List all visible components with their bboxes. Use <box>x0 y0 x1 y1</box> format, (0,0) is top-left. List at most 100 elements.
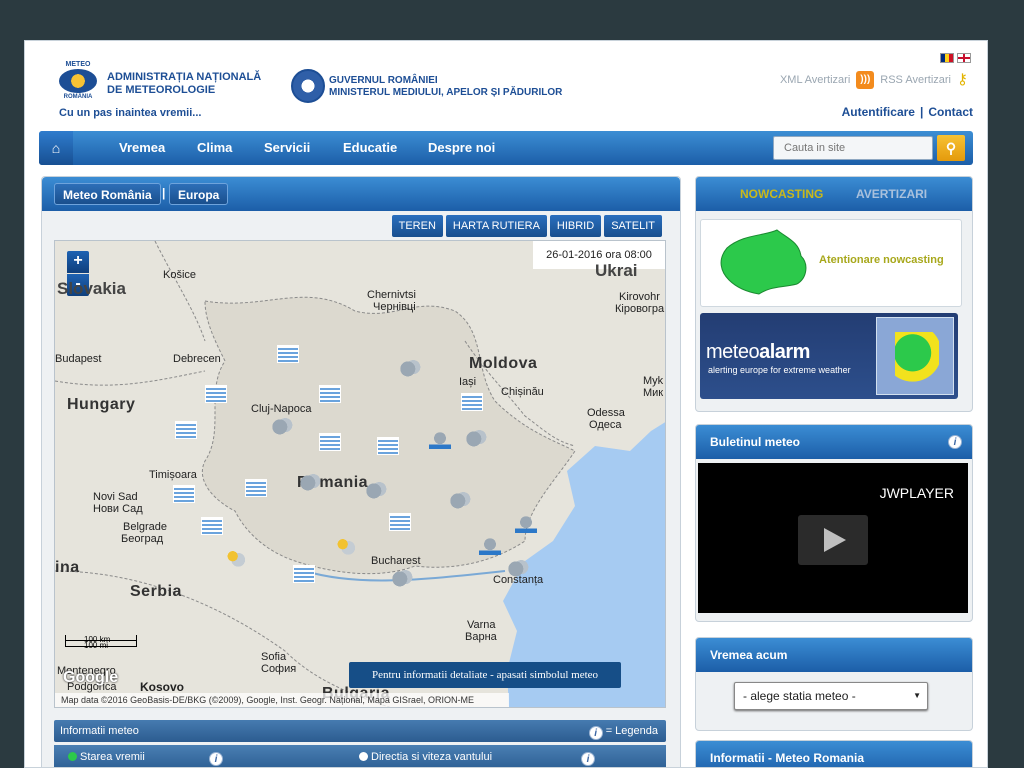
nowcasting-alert-box[interactable]: Atentionare nowcasting <box>700 219 962 307</box>
government-title[interactable]: GUVERNUL ROMÂNIEI MINISTERUL MEDIULUI, A… <box>329 75 562 99</box>
weather-fog-icon[interactable] <box>461 393 483 411</box>
weather-cloud-icon[interactable] <box>391 569 413 587</box>
weather-cloud-icon[interactable] <box>271 417 293 435</box>
login-link[interactable]: Autentificare <box>842 105 915 119</box>
google-logo[interactable]: Google <box>63 669 118 687</box>
gov-line2: MINISTERUL MEDIULUI, APELOR ȘI PĂDURILOR <box>329 87 563 98</box>
weather-fog-icon[interactable] <box>319 385 341 403</box>
country-label: Kosovo <box>140 680 185 694</box>
contact-link[interactable]: Contact <box>928 105 973 119</box>
wind-dot-icon <box>359 752 368 761</box>
station-select-value: - alege statia meteo - <box>743 689 856 703</box>
tab-avertizari[interactable]: AVERTIZARI <box>856 177 927 211</box>
video-player[interactable]: JWPLAYER <box>698 463 968 613</box>
city-label: Debrecen <box>173 353 221 365</box>
zoom-in-button[interactable]: + <box>67 251 89 273</box>
chevron-down-icon: ▼ <box>913 691 921 700</box>
weather-sun-cloud-icon[interactable] <box>335 537 357 555</box>
meteoalarm-banner[interactable]: meteoalarm alerting europe for extreme w… <box>700 313 958 399</box>
map-scale: 100 km 100 mi <box>65 635 137 650</box>
search-icon: ⚲ <box>945 140 957 156</box>
tab-meteo-romania[interactable]: Meteo România <box>54 183 161 205</box>
weather-state-label: Starea vremii <box>80 751 145 763</box>
city-label: Myk <box>643 375 664 387</box>
map-type-harta-rutiera[interactable]: HARTA RUTIERA <box>445 215 547 237</box>
weather-fog-icon[interactable] <box>389 513 411 531</box>
nav-item-servicii[interactable]: Servicii <box>264 131 310 165</box>
romania-map-icon <box>720 229 807 295</box>
weather-cloud-icon[interactable] <box>507 559 529 577</box>
legend[interactable]: i = Legenda <box>588 720 658 742</box>
info-icon[interactable]: i <box>209 752 223 766</box>
nowcasting-text: Atentionare nowcasting <box>819 254 944 266</box>
map-type-hibrid[interactable]: HIBRID <box>549 215 602 237</box>
bulletin-panel: Buletinul meteo i JWPLAYER <box>695 424 973 622</box>
weather-fog-icon[interactable] <box>175 421 197 439</box>
info-icon[interactable]: i <box>581 752 595 766</box>
info-icon[interactable]: i <box>948 435 962 449</box>
country-label: Slovakia <box>57 279 126 298</box>
nav-item-educatie[interactable]: Educatie <box>343 131 397 165</box>
weather-fog-icon[interactable] <box>319 433 341 451</box>
map-type-satelit[interactable]: SATELIT <box>604 215 662 237</box>
anm-title[interactable]: ADMINISTRAȚIA NAȚIONALĂ DE METEOROLOGIE <box>107 71 261 97</box>
anm-line2: DE METEOROLOGIE <box>107 84 216 96</box>
map-panel-header: Meteo România | Europa <box>42 177 680 211</box>
weather-cloud-icon[interactable] <box>449 491 471 509</box>
romanian-flag-icon[interactable] <box>940 53 954 63</box>
weather-fog-icon[interactable] <box>245 479 267 497</box>
government-seal-icon[interactable] <box>291 69 325 103</box>
map-copyright[interactable]: Map data ©2016 GeoBasis-DE/BKG (©2009), … <box>55 693 509 707</box>
weather-fog-icon[interactable] <box>277 345 299 363</box>
city-label: Iași <box>459 376 477 388</box>
nowcasting-panel: NOWCASTING AVERTIZARI Atentionare nowcas… <box>695 176 973 412</box>
map-panel: Meteo România | Europa TEREN HARTA RUTIE… <box>41 176 681 767</box>
city-label: Chernivtsi <box>367 289 416 301</box>
weather-fog-icon[interactable] <box>173 485 195 503</box>
anm-line1: ADMINISTRAȚIA NAȚIONALĂ <box>107 71 262 83</box>
weather-cloud-icon[interactable] <box>399 359 421 377</box>
tab-europa[interactable]: Europa <box>169 183 229 205</box>
weather-map[interactable]: 26-01-2016 ora 08:00 + - Slovakia Ukrai … <box>54 240 666 708</box>
play-icon[interactable] <box>798 515 868 565</box>
search-button[interactable]: ⚲ <box>937 135 965 161</box>
weather-fog-icon[interactable] <box>205 385 227 403</box>
xml-warnings-link[interactable]: XML Avertizari <box>780 74 850 86</box>
city-label: Varna <box>467 619 496 631</box>
key-icon[interactable]: ⚷ <box>957 71 973 89</box>
info-icon[interactable]: i <box>588 726 603 740</box>
weather-cloud-icon[interactable] <box>299 473 321 491</box>
weather-cloud-icon[interactable] <box>465 429 487 447</box>
meteo-romania-logo[interactable]: METEO ROMÂNIA <box>55 61 101 105</box>
weather-sun-cloud-icon[interactable] <box>225 549 247 567</box>
weather-fog-icon[interactable] <box>293 565 315 583</box>
city-label: Варна <box>465 631 497 643</box>
weather-fog-icon[interactable] <box>377 437 399 455</box>
weather-snow-icon[interactable] <box>429 431 451 449</box>
weather-info-columns: Starea vremii i Directia si viteza vantu… <box>54 745 666 767</box>
weather-snow-icon[interactable] <box>479 537 501 555</box>
weather-info-title: Informatii meteo <box>60 725 139 737</box>
nav-item-clima[interactable]: Clima <box>197 131 232 165</box>
logo-text-top: METEO <box>65 61 91 68</box>
rss-warnings-link[interactable]: RSS Avertizari <box>880 74 951 86</box>
weather-snow-icon[interactable] <box>515 515 537 533</box>
jwplayer-logo: JWPLAYER <box>879 485 954 501</box>
english-flag-icon[interactable] <box>957 53 971 63</box>
map-info-note[interactable]: Pentru informatii detaliate - apasati si… <box>349 662 621 688</box>
search-input[interactable] <box>773 136 933 160</box>
tab-separator: | <box>162 186 166 200</box>
rss-icon[interactable]: ))) <box>856 71 875 89</box>
weather-cloud-icon[interactable] <box>365 481 387 499</box>
station-select[interactable]: - alege statia meteo - ▼ <box>734 682 928 710</box>
city-label: Novi Sad <box>93 491 138 503</box>
country-label: Hungary <box>67 396 136 413</box>
nowcasting-header: NOWCASTING AVERTIZARI <box>696 177 972 211</box>
weather-fog-icon[interactable] <box>201 517 223 535</box>
nav-item-despre-noi[interactable]: Despre noi <box>428 131 495 165</box>
tab-nowcasting[interactable]: NOWCASTING <box>740 177 823 211</box>
nav-item-vremea[interactable]: Vremea <box>119 131 165 165</box>
home-icon[interactable]: ⌂ <box>39 131 73 165</box>
map-type-teren[interactable]: TEREN <box>391 215 443 237</box>
europe-alert-map-icon <box>876 317 954 395</box>
